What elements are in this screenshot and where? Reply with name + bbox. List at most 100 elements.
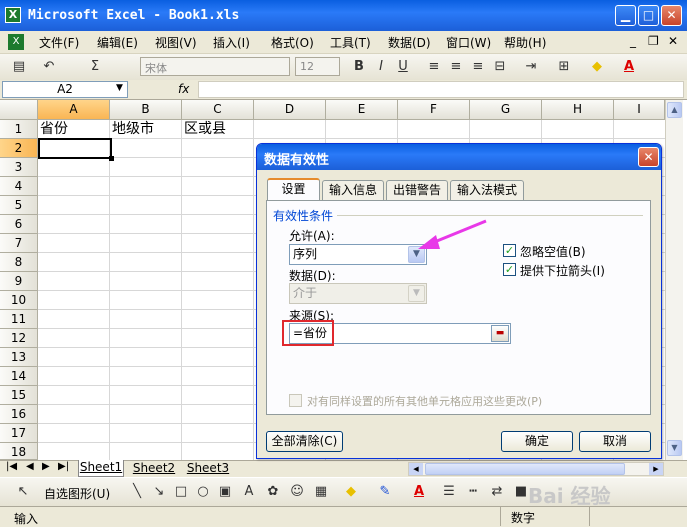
indent-icon[interactable]: ⇥ — [522, 58, 540, 76]
select-all-corner[interactable] — [0, 100, 38, 120]
tab-settings[interactable]: 设置 — [267, 178, 320, 201]
cell-a1[interactable]: 省份 — [38, 120, 110, 139]
cell-c1[interactable]: 区或县 — [182, 120, 254, 139]
scroll-up-icon[interactable]: ▲ — [667, 102, 682, 118]
fill-handle[interactable] — [109, 156, 114, 161]
row-header[interactable]: 8 — [0, 253, 38, 272]
close-button[interactable]: ✕ — [661, 5, 682, 26]
row-header[interactable]: 2 — [0, 139, 38, 158]
sheet-tab-2[interactable]: Sheet2 — [130, 461, 178, 475]
fill-color-draw-icon[interactable]: ◆ — [342, 483, 360, 501]
print-icon[interactable]: ▤ — [10, 58, 28, 76]
rectangle-icon[interactable]: □ — [172, 483, 190, 501]
oval-icon[interactable]: ○ — [194, 483, 212, 501]
dialog-close-button[interactable]: ✕ — [638, 147, 659, 167]
menu-help[interactable]: 帮助(H) — [504, 34, 546, 51]
tab-error-alert[interactable]: 出错警告 — [386, 180, 448, 200]
vertical-scrollbar[interactable]: ▲ ▼ — [665, 100, 683, 460]
bold-button[interactable]: B — [350, 58, 368, 76]
select-pointer-icon[interactable]: ↖ — [14, 483, 32, 501]
row-header[interactable]: 4 — [0, 177, 38, 196]
align-center-icon[interactable]: ≡ — [447, 58, 465, 76]
excel-app-icon[interactable]: X — [5, 7, 21, 23]
horizontal-scrollbar[interactable]: ◀ ▶ — [408, 462, 664, 476]
row-header[interactable]: 18 — [0, 443, 38, 460]
row-header[interactable]: 5 — [0, 196, 38, 215]
column-header[interactable]: E — [326, 100, 398, 120]
arrow-style-icon[interactable]: ⇄ — [488, 483, 506, 501]
menu-format[interactable]: 格式(O) — [271, 34, 314, 51]
font-size-select[interactable]: 12 — [295, 57, 340, 76]
horizontal-scroll-thumb[interactable] — [425, 463, 625, 475]
row-header[interactable]: 14 — [0, 367, 38, 386]
menu-file[interactable]: 文件(F) — [39, 34, 79, 51]
row-header[interactable]: 13 — [0, 348, 38, 367]
insert-function-icon[interactable]: fx — [178, 82, 189, 96]
row-header[interactable]: 9 — [0, 272, 38, 291]
workbook-icon[interactable]: X — [8, 34, 24, 50]
borders-icon[interactable]: ⊞ — [555, 58, 573, 76]
tab-input-message[interactable]: 输入信息 — [322, 180, 384, 200]
scroll-left-icon[interactable]: ◀ — [409, 463, 423, 475]
font-color-draw-icon[interactable]: A — [410, 483, 428, 501]
allow-select[interactable]: 序列 ▼ — [289, 244, 427, 265]
line-icon[interactable]: ╲ — [128, 483, 146, 501]
underline-button[interactable]: U — [394, 58, 412, 76]
column-header[interactable]: C — [182, 100, 254, 120]
column-header[interactable]: F — [398, 100, 470, 120]
column-header[interactable]: H — [542, 100, 614, 120]
menu-tools[interactable]: 工具(T) — [330, 34, 371, 51]
column-header[interactable]: B — [110, 100, 182, 120]
cell-b1[interactable]: 地级市 — [110, 120, 182, 139]
align-right-icon[interactable]: ≡ — [469, 58, 487, 76]
row-header[interactable]: 1 — [0, 120, 38, 139]
row-header[interactable]: 3 — [0, 158, 38, 177]
menu-edit[interactable]: 编辑(E) — [97, 34, 138, 51]
doc-minimize-icon[interactable]: _ — [630, 34, 636, 48]
column-header[interactable]: G — [470, 100, 542, 120]
textbox-icon[interactable]: ▣ — [216, 483, 234, 501]
row-header[interactable]: 15 — [0, 386, 38, 405]
row-header[interactable]: 10 — [0, 291, 38, 310]
name-box-dropdown-icon[interactable]: ▼ — [116, 83, 123, 93]
minimize-button[interactable]: ▁ — [615, 5, 636, 26]
row-header[interactable]: 16 — [0, 405, 38, 424]
formula-input[interactable] — [198, 81, 684, 98]
tab-scroll-first-icon[interactable]: |◀ — [6, 461, 17, 472]
row-header[interactable]: 12 — [0, 329, 38, 348]
doc-restore-icon[interactable]: ❐ — [648, 34, 659, 48]
column-header[interactable]: D — [254, 100, 326, 120]
menu-insert[interactable]: 插入(I) — [213, 34, 250, 51]
tab-scroll-prev-icon[interactable]: ◀ — [26, 461, 34, 472]
clear-all-button[interactable]: 全部清除(C) — [266, 431, 343, 452]
ok-button[interactable]: 确定 — [501, 431, 573, 452]
italic-button[interactable]: I — [372, 58, 390, 76]
maximize-button[interactable]: □ — [638, 5, 659, 26]
diagram-icon[interactable]: ✿ — [264, 483, 282, 501]
wordart-icon[interactable]: A — [240, 483, 258, 501]
in-cell-dropdown-checkbox[interactable]: ✓ — [503, 263, 516, 276]
dash-style-icon[interactable]: ┅ — [464, 483, 482, 501]
active-cell-a2[interactable] — [38, 138, 112, 159]
font-color-icon[interactable]: A — [620, 58, 638, 76]
undo-icon[interactable]: ↶ — [40, 58, 58, 76]
line-color-icon[interactable]: ✎ — [376, 483, 394, 501]
name-box[interactable]: A2 — [2, 81, 128, 98]
picture-icon[interactable]: ▦ — [312, 483, 330, 501]
tab-scroll-next-icon[interactable]: ▶ — [42, 461, 50, 472]
autoshapes-menu[interactable]: 自选图形(U) — [44, 485, 110, 502]
row-header[interactable]: 17 — [0, 424, 38, 443]
scroll-right-icon[interactable]: ▶ — [649, 463, 663, 475]
align-left-icon[interactable]: ≡ — [425, 58, 443, 76]
doc-close-icon[interactable]: ✕ — [668, 34, 678, 48]
tab-ime-mode[interactable]: 输入法模式 — [450, 180, 524, 200]
row-header[interactable]: 6 — [0, 215, 38, 234]
sheet-tab-3[interactable]: Sheet3 — [184, 461, 232, 475]
tab-scroll-last-icon[interactable]: ▶| — [58, 461, 69, 472]
scroll-down-icon[interactable]: ▼ — [667, 440, 682, 456]
collapse-dialog-icon[interactable]: ▬ — [491, 325, 509, 342]
line-style-icon[interactable]: ☰ — [440, 483, 458, 501]
font-name-select[interactable]: 宋体 — [140, 57, 290, 76]
cancel-button[interactable]: 取消 — [579, 431, 651, 452]
arrow-icon[interactable]: ↘ — [150, 483, 168, 501]
